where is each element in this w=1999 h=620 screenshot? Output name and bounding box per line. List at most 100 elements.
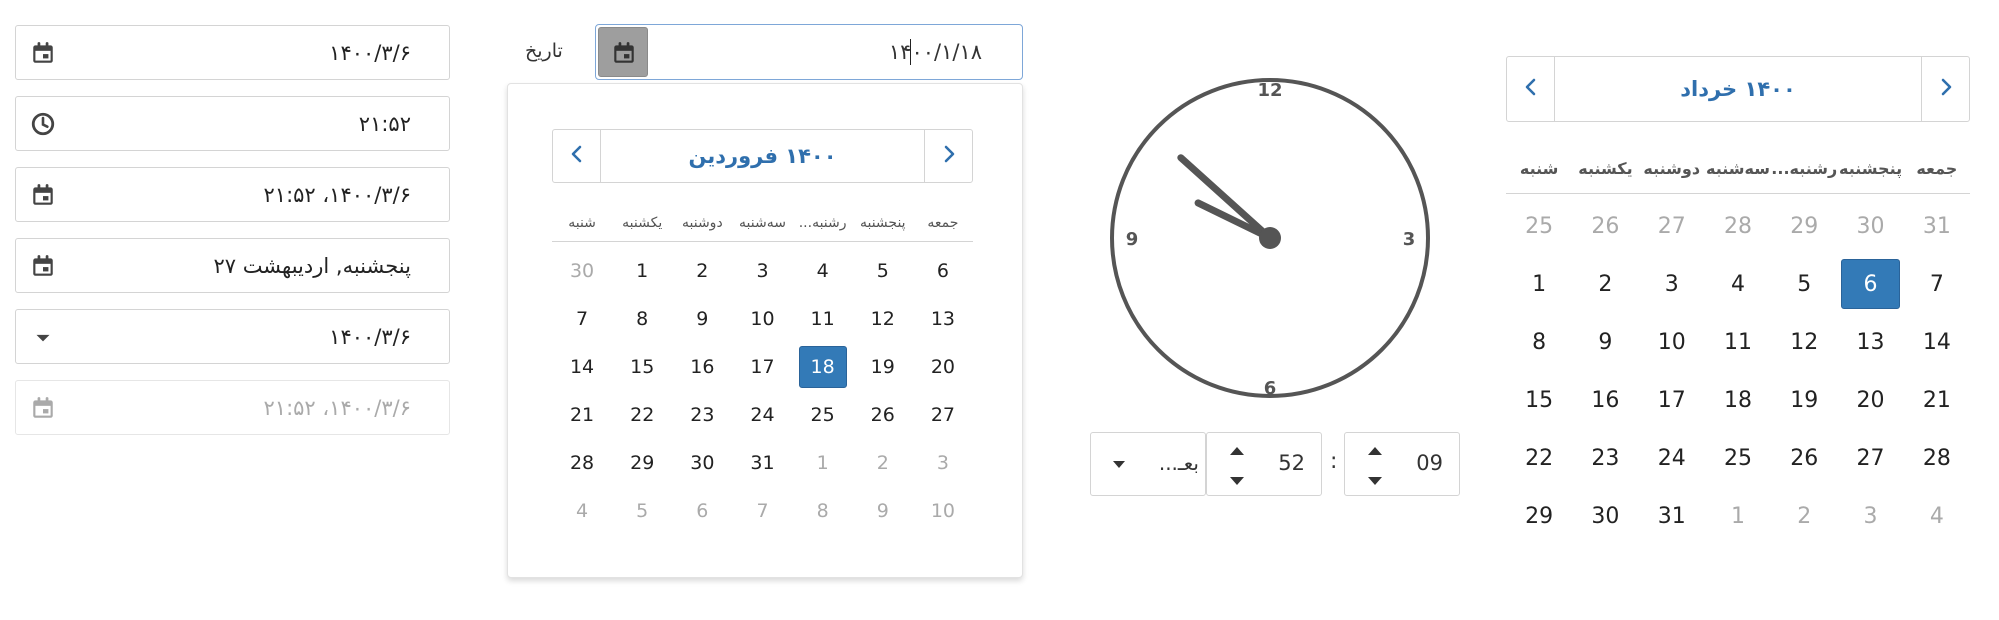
hour-spinner[interactable]: 09 xyxy=(1344,432,1460,496)
day-cell[interactable]: 8 xyxy=(1510,317,1568,367)
day-cell[interactable]: 9 xyxy=(1576,317,1634,367)
day-cell[interactable]: 8 xyxy=(618,298,666,340)
day-cell[interactable]: 16 xyxy=(1576,375,1634,425)
day-cell[interactable]: 17 xyxy=(738,346,786,388)
day-cell[interactable]: 3 xyxy=(1841,491,1899,541)
minute-spinner[interactable]: 52 xyxy=(1206,432,1322,496)
day-cell[interactable]: 1 xyxy=(1709,491,1767,541)
day-cell[interactable]: 11 xyxy=(799,298,847,340)
calendar-icon[interactable] xyxy=(30,395,56,421)
calendar-month-title[interactable]: ۱۴۰۰ فروردین xyxy=(601,130,924,182)
day-cell[interactable]: 4 xyxy=(1709,259,1767,309)
day-cell[interactable]: 25 xyxy=(1709,433,1767,483)
day-cell[interactable]: 16 xyxy=(678,346,726,388)
next-month-button[interactable] xyxy=(924,130,972,182)
day-cell[interactable]: 2 xyxy=(678,250,726,292)
clock-icon[interactable] xyxy=(30,111,56,137)
calendar-icon[interactable] xyxy=(30,40,56,66)
day-cell[interactable]: 5 xyxy=(859,250,907,292)
calendar-icon[interactable] xyxy=(30,182,56,208)
day-cell[interactable]: 7 xyxy=(1908,259,1966,309)
day-cell[interactable]: 26 xyxy=(1775,433,1833,483)
input-field-5[interactable]: ۱۴۰۰/۳/۶ xyxy=(15,309,450,364)
day-cell[interactable]: 21 xyxy=(1908,375,1966,425)
day-cell[interactable]: 30 xyxy=(678,442,726,484)
day-cell[interactable]: 7 xyxy=(738,490,786,532)
day-cell[interactable]: 24 xyxy=(1643,433,1701,483)
day-cell[interactable]: 11 xyxy=(1709,317,1767,367)
day-cell[interactable]: 3 xyxy=(919,442,967,484)
calendar-icon[interactable] xyxy=(30,253,56,279)
prev-month-button[interactable] xyxy=(553,130,601,182)
day-cell[interactable]: 7 xyxy=(558,298,606,340)
chevron-down-icon[interactable] xyxy=(1366,475,1384,487)
prev-month-button[interactable] xyxy=(1507,57,1555,121)
day-cell[interactable]: 9 xyxy=(859,490,907,532)
day-cell[interactable]: 1 xyxy=(799,442,847,484)
day-cell[interactable]: 15 xyxy=(618,346,666,388)
day-cell[interactable]: 1 xyxy=(1510,259,1568,309)
day-cell[interactable]: 9 xyxy=(678,298,726,340)
chevron-up-icon[interactable] xyxy=(1366,445,1384,457)
input-field-1[interactable]: ۱۴۰۰/۳/۶ xyxy=(15,25,450,80)
day-cell[interactable]: 14 xyxy=(1908,317,1966,367)
calendar-button[interactable] xyxy=(598,27,648,77)
day-cell[interactable]: 26 xyxy=(1576,201,1634,251)
day-cell[interactable]: 3 xyxy=(738,250,786,292)
day-cell[interactable]: 12 xyxy=(859,298,907,340)
day-cell[interactable]: 24 xyxy=(738,394,786,436)
day-cell[interactable]: 21 xyxy=(558,394,606,436)
chevron-up-icon[interactable] xyxy=(1228,445,1246,457)
day-cell[interactable]: 3 xyxy=(1643,259,1701,309)
input-field-4[interactable]: پنجشنبه, اردیبهشت ۲۷ xyxy=(15,238,450,293)
analog-clock[interactable]: 12 3 6 9 xyxy=(1108,60,1432,424)
day-cell[interactable]: 19 xyxy=(1775,375,1833,425)
day-cell[interactable]: 18 xyxy=(1709,375,1767,425)
day-cell[interactable]: 1 xyxy=(618,250,666,292)
day-cell[interactable]: 30 xyxy=(1841,201,1899,251)
day-cell[interactable]: 31 xyxy=(1643,491,1701,541)
calendar-month-title[interactable]: ۱۴۰۰ خرداد xyxy=(1555,57,1921,121)
day-cell[interactable]: 27 xyxy=(919,394,967,436)
day-cell[interactable]: 22 xyxy=(618,394,666,436)
day-cell[interactable]: 2 xyxy=(859,442,907,484)
day-cell[interactable]: 4 xyxy=(558,490,606,532)
day-cell[interactable]: 14 xyxy=(558,346,606,388)
day-cell[interactable]: 18 xyxy=(798,346,847,388)
day-cell[interactable]: 29 xyxy=(1510,491,1568,541)
day-cell[interactable]: 13 xyxy=(1841,317,1899,367)
day-cell[interactable]: 19 xyxy=(859,346,907,388)
day-cell[interactable]: 22 xyxy=(1510,433,1568,483)
ampm-select[interactable]: بعـ... xyxy=(1090,432,1206,496)
day-cell[interactable]: 10 xyxy=(738,298,786,340)
day-cell[interactable]: 2 xyxy=(1775,491,1833,541)
day-cell[interactable]: 2 xyxy=(1576,259,1634,309)
date-input[interactable]: ۱۴۰۰/۱/۱۸ xyxy=(595,24,1023,80)
day-cell[interactable]: 28 xyxy=(558,442,606,484)
input-field-3[interactable]: ۱۴۰۰/۳/۶، ۲۱:۵۲ xyxy=(15,167,450,222)
day-cell[interactable]: 25 xyxy=(799,394,847,436)
day-cell[interactable]: 15 xyxy=(1510,375,1568,425)
day-cell[interactable]: 20 xyxy=(919,346,967,388)
day-cell[interactable]: 10 xyxy=(1643,317,1701,367)
day-cell[interactable]: 6 xyxy=(1841,259,1900,309)
day-cell[interactable]: 5 xyxy=(1775,259,1833,309)
next-month-button[interactable] xyxy=(1921,57,1969,121)
day-cell[interactable]: 10 xyxy=(919,490,967,532)
day-cell[interactable]: 29 xyxy=(1775,201,1833,251)
day-cell[interactable]: 12 xyxy=(1775,317,1833,367)
day-cell[interactable]: 13 xyxy=(919,298,967,340)
day-cell[interactable]: 29 xyxy=(618,442,666,484)
input-field-2[interactable]: ۲۱:۵۲ xyxy=(15,96,450,151)
day-cell[interactable]: 27 xyxy=(1643,201,1701,251)
caret-down-icon[interactable] xyxy=(30,324,56,350)
day-cell[interactable]: 30 xyxy=(558,250,606,292)
day-cell[interactable]: 27 xyxy=(1841,433,1899,483)
chevron-down-icon[interactable] xyxy=(1228,475,1246,487)
day-cell[interactable]: 6 xyxy=(919,250,967,292)
day-cell[interactable]: 30 xyxy=(1576,491,1634,541)
day-cell[interactable]: 4 xyxy=(1908,491,1966,541)
day-cell[interactable]: 6 xyxy=(678,490,726,532)
day-cell[interactable]: 25 xyxy=(1510,201,1568,251)
day-cell[interactable]: 28 xyxy=(1709,201,1767,251)
